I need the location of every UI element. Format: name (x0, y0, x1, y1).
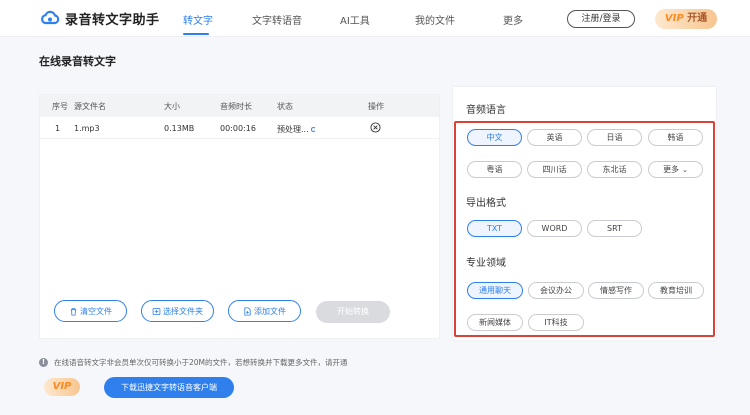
domain-option-meeting[interactable]: 会议办公 (528, 282, 584, 299)
choose-folder-label: 选择文件夹 (163, 306, 203, 316)
format-option-srt[interactable]: SRT (587, 220, 642, 237)
format-section-title: 导出格式 (466, 198, 506, 209)
language-option-japanese[interactable]: 日语 (587, 129, 642, 146)
domain-option-emotional-writing[interactable]: 情感写作 (588, 282, 644, 299)
nav-tab-more[interactable]: 更多 (503, 12, 523, 27)
loading-spinner-icon (310, 127, 316, 132)
nav-tab-tts[interactable]: 文字转语音 (252, 12, 302, 27)
col-header-duration: 音频时长 (220, 102, 252, 111)
info-icon: ! (39, 358, 48, 367)
remove-circle-icon[interactable] (370, 122, 381, 133)
row-duration: 00:00:16 (220, 124, 256, 133)
clear-files-label: 清空文件 (80, 306, 112, 316)
vip-badge-text: VIP (664, 13, 684, 24)
language-option-chinese[interactable]: 中文 (467, 129, 522, 146)
language-more-dropdown[interactable]: 更多 ⌄ (648, 161, 703, 178)
row-index: 1 (55, 124, 61, 133)
chevron-down-icon: ⌄ (682, 165, 688, 174)
language-option-northeast[interactable]: 东北话 (587, 161, 642, 178)
col-header-action: 操作 (368, 102, 384, 111)
language-more-label: 更多 (663, 165, 680, 174)
member-limit-notice: ! 在线语音转文字非会员单次仅可转换小于20M的文件，若想转换并下载更多文件，请… (39, 357, 348, 368)
nav-tab-ai-tools[interactable]: AI工具 (340, 12, 370, 27)
language-option-cantonese[interactable]: 粤语 (467, 161, 522, 178)
col-header-status: 状态 (277, 102, 293, 111)
login-register-button[interactable]: 注册/登录 (567, 10, 635, 28)
row-status-text: 预处理... (277, 125, 309, 134)
vip-open-button[interactable]: VIP 开通 (655, 9, 717, 29)
language-section-title: 音频语言 (466, 105, 506, 116)
trash-icon (70, 307, 77, 316)
add-file-label: 添加文件 (254, 306, 286, 316)
col-header-index: 序号 (52, 102, 68, 111)
domain-section-title: 专业领域 (466, 258, 506, 269)
row-status: 预处理... (277, 124, 316, 135)
choose-folder-button[interactable]: 选择文件夹 (141, 300, 214, 322)
table-header: 序号 源文件名 大小 音频时长 状态 操作 (40, 95, 439, 117)
nav-tab-my-files[interactable]: 我的文件 (415, 12, 455, 27)
settings-panel: 音频语言 中文 英语 日语 韩语 粤语 四川话 东北话 更多 ⌄ 导出格式 TXT… (452, 86, 717, 341)
app-name: 录音转文字助手 (65, 12, 160, 28)
add-file-icon (244, 306, 251, 316)
format-option-txt[interactable]: TXT (467, 220, 522, 237)
member-limit-text: 在线语音转文字非会员单次仅可转换小于20M的文件，若想转换并下载更多文件，请开通 (54, 358, 348, 367)
top-navbar: 录音转文字助手 转文字 文字转语音 AI工具 我的文件 更多 注册/登录 VIP… (0, 0, 750, 37)
language-option-english[interactable]: 英语 (527, 129, 582, 146)
table-row: 1 1.mp3 0.13MB 00:00:16 预处理... (40, 117, 439, 139)
add-file-button[interactable]: 添加文件 (228, 300, 301, 322)
file-list-panel: 序号 源文件名 大小 音频时长 状态 操作 1 1.mp3 0.13MB 00:… (39, 94, 440, 339)
col-header-size: 大小 (164, 102, 180, 111)
download-client-button[interactable]: 下载迅捷文字转语音客户端 (104, 377, 234, 398)
language-option-sichuan[interactable]: 四川话 (527, 161, 582, 178)
folder-icon (152, 307, 161, 315)
row-filename: 1.mp3 (74, 124, 100, 133)
domain-option-general-chat[interactable]: 通用聊天 (467, 282, 523, 299)
nav-tab-transcribe[interactable]: 转文字 (183, 12, 213, 27)
vip-badge-button[interactable]: VIP (44, 378, 80, 396)
app-logo[interactable]: 录音转文字助手 (40, 8, 160, 28)
page-title: 在线录音转文字 (39, 55, 116, 68)
language-option-korean[interactable]: 韩语 (648, 129, 703, 146)
domain-option-news-media[interactable]: 新闻媒体 (467, 314, 523, 331)
format-option-word[interactable]: WORD (527, 220, 582, 237)
row-size: 0.13MB (164, 124, 195, 133)
vip-open-label: 开通 (687, 13, 708, 24)
domain-option-education[interactable]: 教育培训 (648, 282, 704, 299)
active-tab-indicator (183, 33, 209, 35)
start-convert-button[interactable]: 开始转换 (316, 301, 390, 323)
domain-option-it-tech[interactable]: IT科技 (528, 314, 584, 331)
cloud-logo-icon (41, 10, 60, 25)
col-header-filename: 源文件名 (74, 102, 106, 111)
clear-files-button[interactable]: 清空文件 (54, 300, 127, 322)
